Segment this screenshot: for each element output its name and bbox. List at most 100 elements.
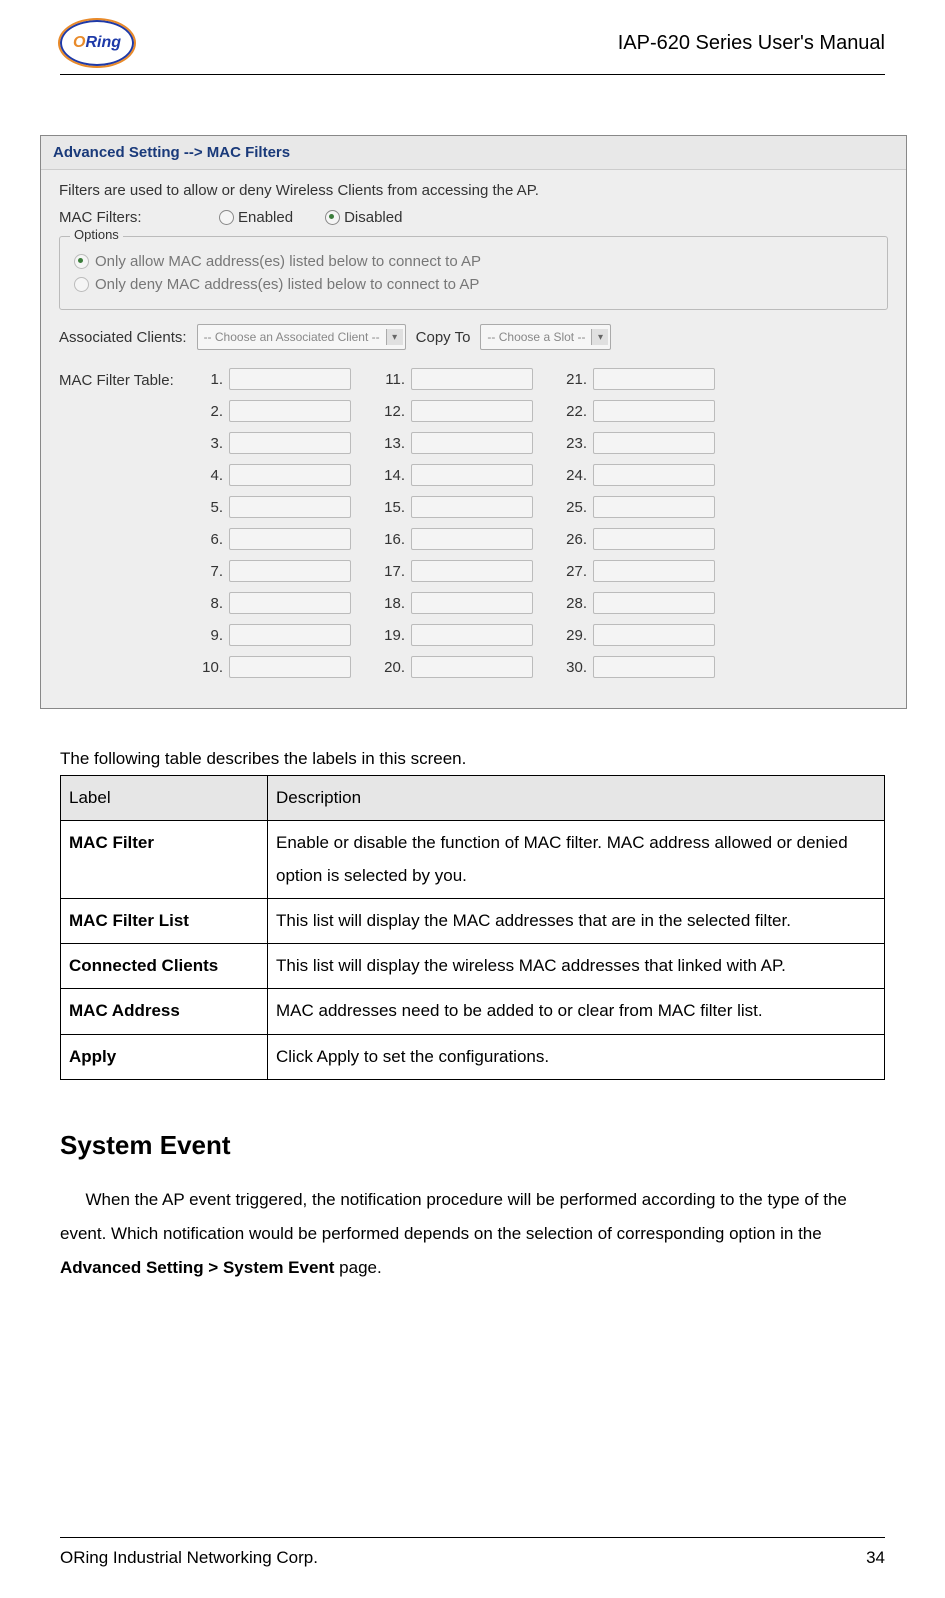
- mac-slot: 9.: [199, 624, 351, 646]
- row-label: MAC Filter List: [61, 898, 268, 943]
- document-page: ORing IAP-620 Series User's Manual Advan…: [0, 0, 945, 1598]
- slot-number: 30.: [563, 659, 587, 676]
- slot-number: 18.: [381, 595, 405, 612]
- radio-disabled[interactable]: Disabled: [325, 209, 402, 226]
- copy-to-select[interactable]: -- Choose a Slot -- ▾: [480, 324, 611, 350]
- mac-input[interactable]: [593, 400, 715, 422]
- select-text: -- Choose an Associated Client --: [204, 330, 380, 344]
- radio-enabled[interactable]: Enabled: [219, 209, 293, 226]
- associated-clients-select[interactable]: -- Choose an Associated Client -- ▾: [197, 324, 406, 350]
- slot-number: 22.: [563, 403, 587, 420]
- slot-number: 2.: [199, 403, 223, 420]
- slot-number: 20.: [381, 659, 405, 676]
- slot-number: 7.: [199, 563, 223, 580]
- slot-number: 29.: [563, 627, 587, 644]
- slot-number: 10.: [199, 659, 223, 676]
- mac-slot: 8.: [199, 592, 351, 614]
- mac-filters-label: MAC Filters:: [59, 209, 199, 226]
- mac-slot: 7.: [199, 560, 351, 582]
- mac-input[interactable]: [411, 400, 533, 422]
- mac-input[interactable]: [593, 560, 715, 582]
- table-row: Connected Clients This list will display…: [61, 944, 885, 989]
- header-description: Description: [268, 776, 885, 821]
- slot-number: 11.: [381, 371, 405, 388]
- option-allow[interactable]: Only allow MAC address(es) listed below …: [74, 253, 873, 270]
- header-label: Label: [61, 776, 268, 821]
- mac-input[interactable]: [593, 624, 715, 646]
- row-description: Enable or disable the function of MAC fi…: [268, 821, 885, 899]
- description-table: Label Description MAC Filter Enable or d…: [60, 775, 885, 1080]
- associated-clients-label: Associated Clients:: [59, 329, 187, 346]
- mac-input[interactable]: [411, 496, 533, 518]
- mac-input[interactable]: [593, 528, 715, 550]
- mac-input[interactable]: [229, 592, 351, 614]
- mac-slot: 23.: [563, 432, 715, 454]
- page-footer: ORing Industrial Networking Corp. 34: [60, 1537, 885, 1568]
- mac-slot: 4.: [199, 464, 351, 486]
- slot-number: 21.: [563, 371, 587, 388]
- mac-input[interactable]: [229, 560, 351, 582]
- mac-slot: 5.: [199, 496, 351, 518]
- mac-input[interactable]: [593, 592, 715, 614]
- mac-filters-screenshot: Advanced Setting --> MAC Filters Filters…: [40, 135, 907, 709]
- mac-slot: 14.: [381, 464, 533, 486]
- mac-input[interactable]: [593, 368, 715, 390]
- page-header: ORing IAP-620 Series User's Manual: [60, 20, 885, 75]
- mac-input[interactable]: [229, 496, 351, 518]
- disabled-label: Disabled: [344, 209, 402, 226]
- mac-slot: 11.: [381, 368, 533, 390]
- mac-slot: 25.: [563, 496, 715, 518]
- chevron-down-icon: ▾: [386, 329, 403, 345]
- row-description: MAC addresses need to be added to or cle…: [268, 989, 885, 1034]
- option-deny[interactable]: Only deny MAC address(es) listed below t…: [74, 276, 873, 293]
- mac-input[interactable]: [229, 624, 351, 646]
- radio-dot-selected-icon: [325, 210, 340, 225]
- mac-input[interactable]: [411, 624, 533, 646]
- mac-input[interactable]: [229, 656, 351, 678]
- mac-input[interactable]: [229, 528, 351, 550]
- system-event-paragraph: When the AP event triggered, the notific…: [60, 1183, 885, 1285]
- mac-slot: 29.: [563, 624, 715, 646]
- mac-slot: 10.: [199, 656, 351, 678]
- slot-number: 17.: [381, 563, 405, 580]
- mac-input[interactable]: [411, 464, 533, 486]
- mac-input[interactable]: [229, 432, 351, 454]
- mac-slot: 21.: [563, 368, 715, 390]
- slot-number: 14.: [381, 467, 405, 484]
- mac-slot: 28.: [563, 592, 715, 614]
- mac-input[interactable]: [593, 496, 715, 518]
- mac-input[interactable]: [411, 592, 533, 614]
- option-allow-label: Only allow MAC address(es) listed below …: [95, 253, 481, 270]
- footer-page-number: 34: [866, 1548, 885, 1568]
- associated-clients-row: Associated Clients: -- Choose an Associa…: [59, 324, 888, 350]
- mac-input[interactable]: [593, 432, 715, 454]
- mac-input[interactable]: [229, 368, 351, 390]
- table-row: MAC Address MAC addresses need to be add…: [61, 989, 885, 1034]
- mac-input[interactable]: [593, 464, 715, 486]
- mac-input[interactable]: [411, 560, 533, 582]
- mac-col-1: 1. 2. 3. 4. 5. 6. 7. 8. 9. 10.: [199, 368, 351, 678]
- mac-input[interactable]: [593, 656, 715, 678]
- mac-input[interactable]: [411, 432, 533, 454]
- mac-slot: 30.: [563, 656, 715, 678]
- mac-slot: 2.: [199, 400, 351, 422]
- row-description: Click Apply to set the configurations.: [268, 1034, 885, 1079]
- slot-number: 26.: [563, 531, 587, 548]
- mac-slot: 12.: [381, 400, 533, 422]
- logo-text: ORing: [73, 34, 121, 52]
- mac-input[interactable]: [411, 656, 533, 678]
- slot-number: 4.: [199, 467, 223, 484]
- mac-filter-table-row: MAC Filter Table: 1. 2. 3. 4. 5. 6. 7. 8…: [59, 368, 888, 678]
- mac-input[interactable]: [411, 528, 533, 550]
- select-text: -- Choose a Slot --: [487, 330, 585, 344]
- mac-input[interactable]: [411, 368, 533, 390]
- mac-filters-row: MAC Filters: Enabled Disabled: [59, 209, 888, 226]
- footer-company: ORing Industrial Networking Corp.: [60, 1548, 318, 1568]
- row-description: This list will display the MAC addresses…: [268, 898, 885, 943]
- mac-input[interactable]: [229, 464, 351, 486]
- row-label: Connected Clients: [61, 944, 268, 989]
- row-label: MAC Address: [61, 989, 268, 1034]
- mac-slot: 27.: [563, 560, 715, 582]
- mac-input[interactable]: [229, 400, 351, 422]
- oring-logo: ORing: [60, 20, 134, 66]
